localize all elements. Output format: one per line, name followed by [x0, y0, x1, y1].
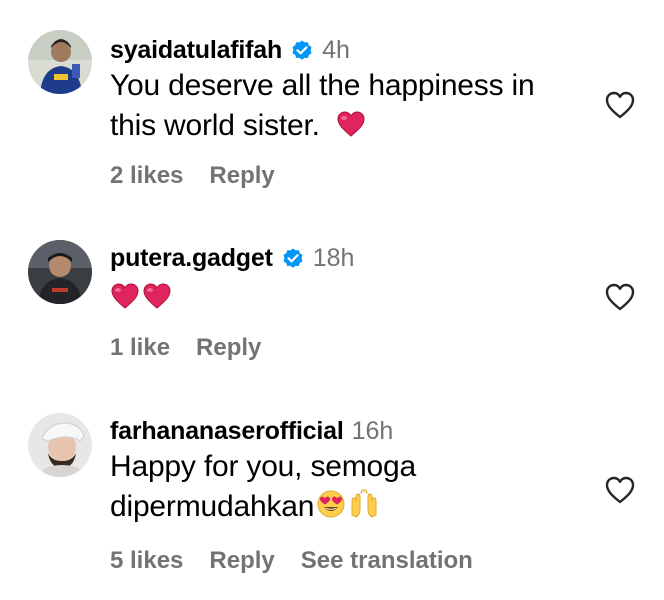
comment-text: You deserve all the happiness in this wo… — [110, 66, 590, 146]
verified-badge-icon — [290, 38, 314, 62]
comment-actions: 2 likes Reply — [110, 162, 301, 190]
comment-header: putera.gadget 18h — [110, 240, 354, 276]
username[interactable]: syaidatulafifah — [110, 36, 282, 65]
timestamp[interactable]: 18h — [313, 244, 355, 273]
reply-button[interactable]: Reply — [209, 547, 274, 575]
comment-header: farhananaserofficial 16h — [110, 413, 393, 449]
likes-count[interactable]: 5 likes — [110, 547, 183, 575]
avatar[interactable] — [28, 413, 92, 477]
comment-text-line: dipermudahkan — [110, 487, 590, 527]
likes-count[interactable]: 2 likes — [110, 162, 183, 190]
comment-text-line: You deserve all the happiness in — [110, 69, 535, 102]
comment-actions: 1 like Reply — [110, 334, 287, 362]
reply-button[interactable]: Reply — [196, 334, 261, 362]
comment-text-line — [110, 278, 590, 318]
red-heart-emoji — [336, 110, 366, 138]
like-heart-icon[interactable] — [604, 282, 636, 312]
comment-actions: 5 likes Reply See translation — [110, 547, 499, 575]
comment-header: syaidatulafifah 4h — [110, 32, 350, 68]
heart-eyes-face-emoji — [316, 489, 346, 519]
red-heart-emoji — [142, 282, 172, 310]
comment-text-fragment: this world sister. — [110, 109, 320, 142]
comment-text — [110, 278, 590, 318]
comment-text-fragment: dipermudahkan — [110, 490, 315, 523]
raising-hands-emoji — [348, 489, 380, 519]
timestamp[interactable]: 16h — [352, 417, 394, 446]
avatar[interactable] — [28, 30, 92, 94]
verified-badge-icon — [281, 246, 305, 270]
like-heart-icon[interactable] — [604, 90, 636, 120]
username[interactable]: farhananaserofficial — [110, 417, 344, 446]
like-heart-icon[interactable] — [604, 475, 636, 505]
see-translation-button[interactable]: See translation — [301, 547, 473, 575]
red-heart-emoji — [110, 282, 140, 310]
reply-button[interactable]: Reply — [209, 162, 274, 190]
likes-count[interactable]: 1 like — [110, 334, 170, 362]
comment-text: Happy for you, semoga dipermudahkan — [110, 447, 590, 527]
username[interactable]: putera.gadget — [110, 244, 273, 273]
comment-text-line: this world sister. — [110, 106, 590, 146]
comment-text-line: Happy for you, semoga — [110, 450, 416, 483]
avatar[interactable] — [28, 240, 92, 304]
timestamp[interactable]: 4h — [322, 36, 350, 65]
